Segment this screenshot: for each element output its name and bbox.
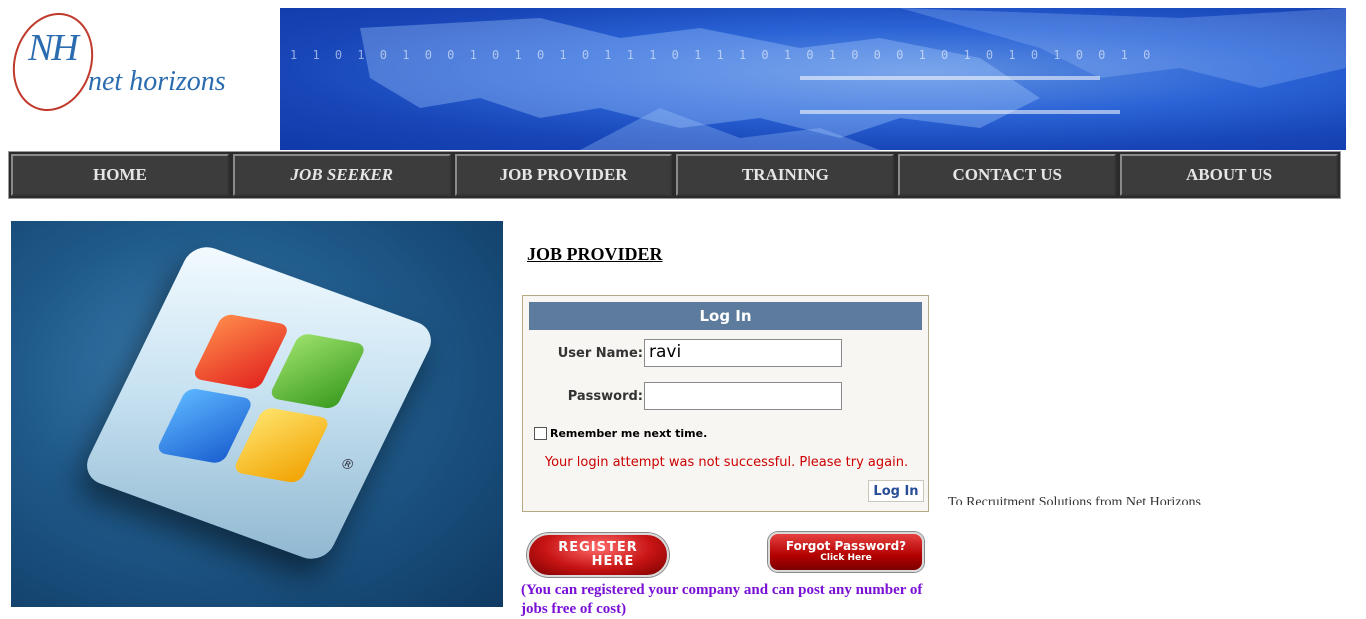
- windows-pane-yellow: [232, 406, 331, 484]
- sidebar-marquee-text: To Recruitment Solutions from Net Horizo…: [948, 495, 1201, 505]
- site-logo[interactable]: NH net horizons: [0, 2, 248, 150]
- forgot-line1: Forgot Password?: [785, 539, 907, 553]
- login-panel: Log In User Name: ravi Password: Remembe…: [522, 295, 929, 512]
- registered-mark: ®: [337, 455, 358, 475]
- remember-me-label[interactable]: Remember me next time.: [550, 427, 707, 440]
- forgot-line2: Click Here: [820, 553, 872, 563]
- registration-note: (You can registered your company and can…: [521, 582, 923, 617]
- header-banner: 1 1 0 1 0 1 0 0 1 0 1 0 1 0 1 1 1 0 1 1 …: [280, 8, 1346, 150]
- password-label: Password:: [567, 389, 643, 404]
- windows-pane-green: [268, 332, 368, 410]
- binary-strip: 1 1 0 1 0 1 0 0 1 0 1 0 1 0 1 1 1 0 1 1 …: [290, 48, 1155, 62]
- forgot-password-button[interactable]: Forgot Password? Click Here: [768, 532, 924, 572]
- windows-pane-blue: [155, 387, 255, 465]
- windows-tile: ®: [79, 241, 439, 565]
- nav-job-provider[interactable]: JOB PROVIDER: [454, 154, 673, 196]
- nav-home[interactable]: HOME: [11, 154, 229, 196]
- password-field[interactable]: [644, 382, 842, 410]
- nav-job-seeker[interactable]: JOB SEEKER: [232, 154, 451, 196]
- register-here-button[interactable]: REGISTER HERE: [527, 533, 669, 577]
- register-line2: HERE: [591, 554, 635, 569]
- logo-mark: NH: [28, 27, 79, 69]
- nav-contact-us[interactable]: CONTACT US: [898, 154, 1117, 196]
- username-field[interactable]: ravi: [644, 339, 842, 367]
- remember-me-checkbox[interactable]: [534, 427, 547, 440]
- nav-training[interactable]: TRAINING: [676, 154, 895, 196]
- nav-about-us[interactable]: ABOUT US: [1120, 154, 1338, 196]
- logo-text: net horizons: [88, 66, 226, 97]
- login-button[interactable]: Log In: [868, 480, 924, 502]
- login-error-message: Your login attempt was not successful. P…: [544, 455, 909, 470]
- register-line1: REGISTER: [558, 540, 638, 555]
- windows-pane-red: [191, 313, 291, 391]
- main-nav: HOME JOB SEEKER JOB PROVIDER TRAINING CO…: [8, 151, 1341, 199]
- world-map-graphic: [360, 8, 1346, 150]
- windows-logo-image: ®: [11, 221, 503, 607]
- login-heading: Log In: [529, 302, 922, 330]
- username-label: User Name:: [557, 346, 643, 361]
- page-title: JOB PROVIDER: [527, 244, 663, 264]
